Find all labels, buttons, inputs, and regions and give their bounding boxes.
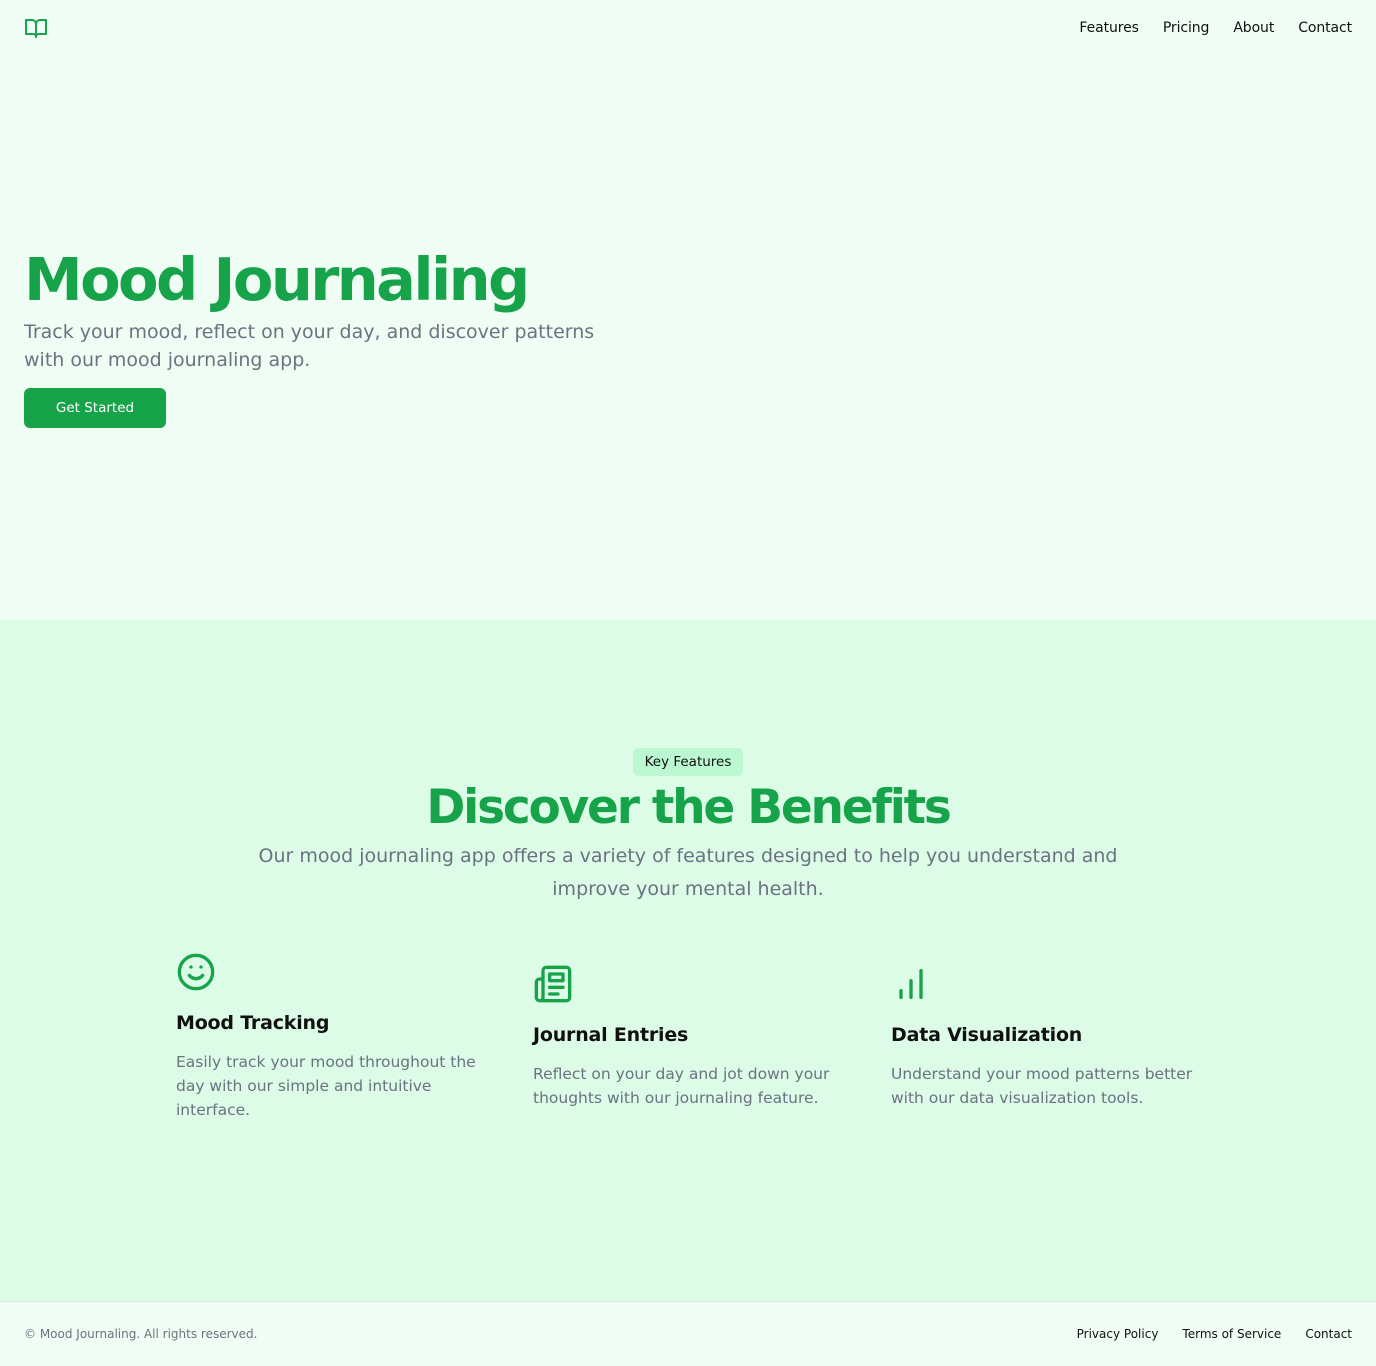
site-header: Features Pricing About Contact <box>0 0 1376 56</box>
smile-icon <box>177 953 215 991</box>
footer-link-contact[interactable]: Contact <box>1305 1327 1352 1341</box>
hero-subtitle: Track your mood, reflect on your day, an… <box>24 321 595 371</box>
book-open-icon[interactable] <box>24 16 48 40</box>
feature-description: Reflect on your day and jot down your th… <box>533 1065 830 1107</box>
bar-chart-icon <box>899 969 923 999</box>
footer-link-privacy-policy[interactable]: Privacy Policy <box>1077 1327 1159 1341</box>
key-features-badge: Key Features <box>633 748 743 776</box>
feature-title: Journal Entries <box>533 1024 689 1046</box>
footer-nav: Privacy Policy Terms of Service Contact <box>1077 1327 1352 1341</box>
nav-link-pricing[interactable]: Pricing <box>1163 20 1210 36</box>
hero-title: Mood Journaling <box>24 245 530 314</box>
feature-title: Mood Tracking <box>176 1012 330 1034</box>
feature-card-mood-tracking: Mood Tracking Easily track your mood thr… <box>176 952 486 1122</box>
site-footer: © Mood Journaling. All rights reserved. … <box>0 1301 1376 1366</box>
nav-link-contact[interactable]: Contact <box>1298 20 1352 36</box>
newspaper-icon <box>534 965 572 1003</box>
feature-card-data-visualization: Data Visualization Understand your mood … <box>891 964 1201 1110</box>
get-started-button[interactable]: Get Started <box>24 388 166 428</box>
copyright-text: © Mood Journaling. All rights reserved. <box>24 1327 258 1341</box>
feature-description: Easily track your mood throughout the da… <box>176 1053 476 1119</box>
feature-description: Understand your mood patterns better wit… <box>891 1065 1193 1107</box>
feature-card-journal-entries: Journal Entries Reflect on your day and … <box>533 964 843 1110</box>
features-title: Discover the Benefits <box>426 780 952 835</box>
footer-link-terms-of-service[interactable]: Terms of Service <box>1182 1327 1281 1341</box>
main-nav: Features Pricing About Contact <box>1079 20 1352 36</box>
nav-link-about[interactable]: About <box>1233 20 1274 36</box>
features-section: Key Features Discover the Benefits Our m… <box>0 620 1376 1301</box>
hero-section: Mood Journaling Track your mood, reflect… <box>0 56 1376 620</box>
features-subtitle: Our mood journaling app offers a variety… <box>258 845 1118 900</box>
nav-link-features[interactable]: Features <box>1079 20 1139 36</box>
feature-title: Data Visualization <box>891 1024 1083 1046</box>
